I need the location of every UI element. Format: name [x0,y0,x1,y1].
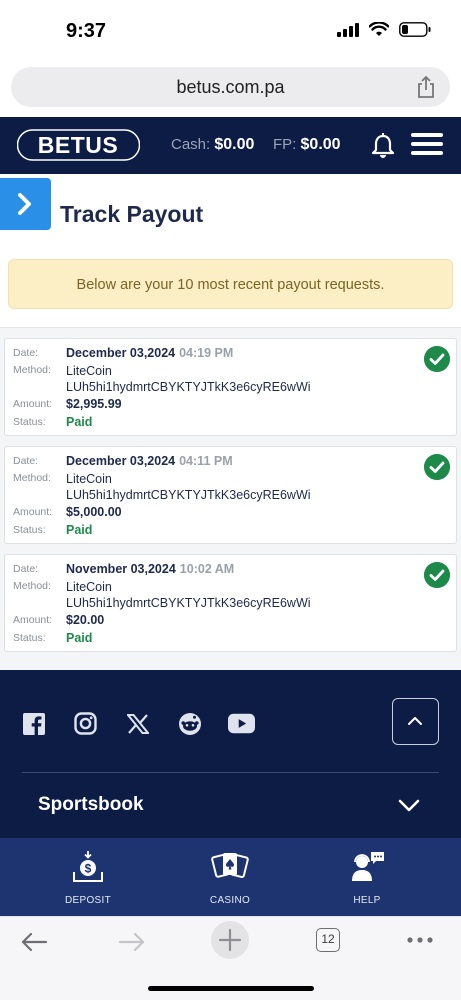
fp-label: FP: [273,136,297,153]
payout-card: Date: December 03,2024 04:11 PM Method: L… [4,446,457,544]
site-header: BETUS Cash: $0.00 FP: $0.00 [0,117,461,174]
nav-deposit-label: DEPOSIT [65,895,111,906]
cash-label: Cash: [171,136,211,153]
check-circle-icon [424,346,450,372]
amount-label: Amount: [13,614,53,626]
payout-method: LiteCoin [66,472,112,486]
new-tab-button[interactable] [211,921,249,959]
payout-datetime: November 03,2024 10:02 AM [66,562,234,576]
social-links [20,710,255,737]
menu-icon[interactable] [411,133,443,157]
logo-text: BETUS [38,132,118,158]
payout-date: December 03,2024 [66,346,176,360]
nav-help[interactable]: HELP [327,850,407,906]
cards-icon [211,853,249,878]
method-label: Method: [13,472,51,484]
facebook-icon[interactable] [20,710,47,737]
page-title: Track Payout [60,201,204,227]
tab-count-button[interactable]: 12 [316,928,340,952]
footer-divider [22,772,439,773]
status-label: Status: [13,632,46,644]
date-label: Date: [13,563,39,575]
payout-date: December 03,2024 [66,454,176,468]
payout-method: LiteCoin [66,580,112,594]
reddit-icon[interactable] [176,710,203,737]
bottom-nav: $ DEPOSIT CASINO HELP [0,838,461,916]
payout-date: November 03,2024 [66,562,176,576]
payout-time: 04:19 PM [179,346,234,360]
back-arrow-icon[interactable] [20,932,48,952]
back-to-top-button[interactable] [392,698,439,745]
payout-card: Date: November 03,2024 10:02 AM Method: L… [4,554,457,652]
nav-casino-label: CASINO [209,895,251,906]
bell-icon[interactable] [371,133,395,159]
amount-label: Amount: [13,398,53,410]
fp-balance: FP: $0.00 [273,136,341,154]
page-header: Track Payout [0,174,461,254]
status-bar: 9:37 [0,0,461,62]
payout-address: LUh5hi1hydmrtCBYKTYJTkK3e6cyRE6wWi [66,596,311,610]
share-icon[interactable] [416,75,436,99]
chevron-down-icon[interactable] [397,798,421,814]
payout-datetime: December 03,2024 04:11 PM [66,454,233,468]
payout-time: 04:11 PM [179,454,233,468]
status-time: 9:37 [66,20,107,42]
payout-amount: $5,000.00 [66,505,122,519]
nav-help-label: HELP [353,895,381,906]
deposit-icon: $ [73,851,103,882]
payout-status: Paid [66,523,93,537]
status-icons [337,22,431,37]
support-agent-icon [352,852,384,881]
sidebar-toggle-button[interactable] [0,178,51,230]
payout-amount: $2,995.99 [66,397,122,411]
payout-status: Paid [66,415,93,429]
method-label: Method: [13,580,51,592]
url-text: betus.com.pa [176,77,285,97]
betus-logo[interactable]: BETUS [17,129,140,161]
method-label: Method: [13,364,51,376]
payout-amount: $20.00 [66,613,105,627]
status-label: Status: [13,524,46,536]
svg-text:$: $ [85,862,92,876]
wifi-icon [369,22,389,36]
chevron-right-icon [18,193,31,215]
instagram-icon[interactable] [72,710,99,737]
chevron-up-icon [408,717,422,725]
site-footer: Sportsbook [0,670,461,838]
payout-address: LUh5hi1hydmrtCBYKTYJTkK3e6cyRE6wWi [66,380,311,394]
payout-list: Date: December 03,2024 04:19 PM Method: L… [0,327,461,670]
nav-deposit[interactable]: $ DEPOSIT [48,850,128,906]
payout-notice: Below are your 10 most recent payout req… [8,259,453,309]
date-label: Date: [13,347,39,359]
address-bar[interactable]: betus.com.pa [11,67,450,107]
battery-icon [399,22,431,37]
payout-address: LUh5hi1hydmrtCBYKTYJTkK3e6cyRE6wWi [66,488,311,502]
fp-value: $0.00 [300,136,341,153]
check-circle-icon [424,454,450,480]
cash-balance: Cash: $0.00 [171,136,254,154]
cash-value: $0.00 [214,136,255,153]
forward-arrow-icon[interactable] [118,932,146,952]
plus-icon [218,928,242,952]
cellular-signal-icon [337,22,359,37]
payout-status: Paid [66,631,93,645]
check-circle-icon [424,562,450,588]
amount-label: Amount: [13,506,53,518]
status-label: Status: [13,416,46,428]
more-icon[interactable] [407,937,433,943]
date-label: Date: [13,455,39,467]
payout-time: 10:02 AM [179,562,235,576]
home-indicator [148,986,314,991]
sportsbook-section-toggle[interactable]: Sportsbook [38,794,144,816]
youtube-icon[interactable] [228,710,255,737]
payout-card: Date: December 03,2024 04:19 PM Method: L… [4,338,457,436]
payout-method: LiteCoin [66,364,112,378]
x-icon[interactable] [124,710,151,737]
nav-casino[interactable]: CASINO [190,850,270,906]
payout-datetime: December 03,2024 04:19 PM [66,346,233,360]
